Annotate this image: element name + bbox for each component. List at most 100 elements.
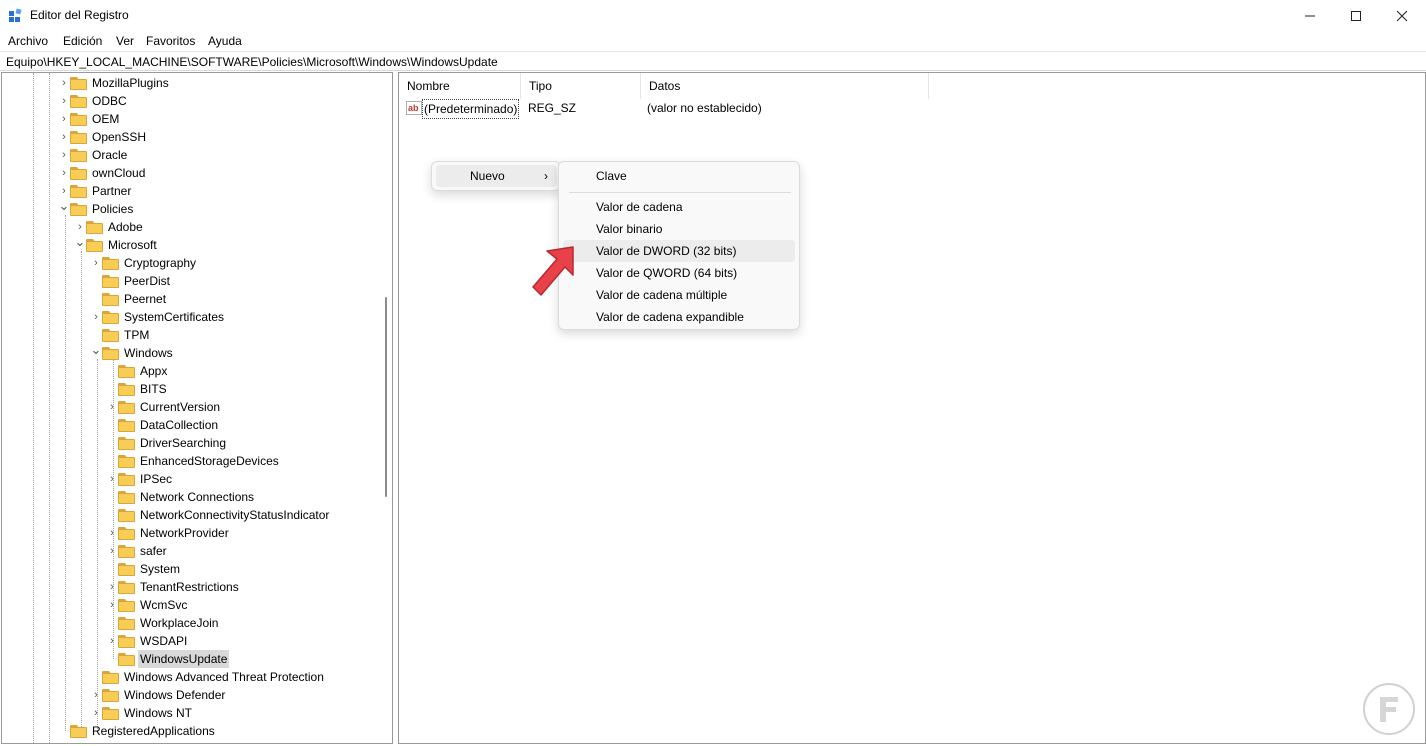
tree-item[interactable]: › WcmSvc — [2, 596, 378, 614]
tree-item[interactable]: ⌄ Microsoft — [2, 235, 378, 254]
menu-ver[interactable]: Ver — [116, 34, 134, 48]
chevron-right-icon[interactable]: › — [58, 74, 70, 92]
chevron-right-icon[interactable]: › — [106, 596, 118, 614]
chevron-right-icon[interactable]: › — [90, 308, 102, 326]
chevron-right-icon[interactable]: › — [106, 524, 118, 542]
chevron-down-icon[interactable]: ⌄ — [74, 235, 86, 254]
tree-item[interactable]: WorkplaceJoin — [2, 614, 378, 632]
minimize-icon — [1305, 15, 1315, 16]
tree-item[interactable]: › Adobe — [2, 218, 378, 236]
folder-icon — [118, 617, 135, 630]
tree-item-label: TPM — [124, 328, 150, 342]
tree-item[interactable]: DriverSearching — [2, 434, 378, 452]
tree-item[interactable]: › Cryptography — [2, 254, 378, 272]
folder-icon — [118, 545, 135, 558]
submenu-item[interactable]: Valor de cadena múltiple — [563, 284, 795, 306]
tree-item[interactable]: › TenantRestrictions — [2, 578, 378, 596]
tree-item[interactable]: › IPSec — [2, 470, 378, 488]
tree-item-label: Appx — [140, 364, 168, 378]
tree-item[interactable]: › safer — [2, 542, 378, 560]
tree-item[interactable]: EnhancedStorageDevices — [2, 452, 378, 470]
value-data: (valor no establecido) — [647, 101, 762, 115]
nuevo-submenu: Clave Valor de cadena Valor binario Valor d… — [558, 161, 800, 330]
tree-item[interactable]: › CurrentVersion — [2, 398, 378, 416]
tree-item[interactable]: Network Connections — [2, 488, 378, 506]
tree-item[interactable]: ⌄ Windows — [2, 343, 378, 362]
submenu-item[interactable]: Clave — [563, 165, 795, 187]
submenu-item[interactable]: Valor binario — [563, 218, 795, 240]
tree-item[interactable]: › Oracle — [2, 146, 378, 164]
tree-item[interactable]: ⌄ Policies — [2, 199, 378, 218]
tree-item-label: WSDAPI — [140, 634, 188, 648]
chevron-right-icon[interactable]: › — [106, 470, 118, 488]
tree-item[interactable]: RegisteredApplications — [2, 722, 378, 740]
menu-edicion[interactable]: Edición — [63, 34, 102, 48]
chevron-right-icon[interactable]: › — [58, 146, 70, 164]
chevron-right-icon[interactable]: › — [58, 92, 70, 110]
tree-item[interactable]: › NetworkProvider — [2, 524, 378, 542]
column-header-tipo[interactable]: Tipo — [521, 73, 641, 99]
folder-icon — [70, 203, 87, 216]
folder-icon — [118, 473, 135, 486]
tree-item-label: Cryptography — [124, 256, 197, 270]
submenu-item[interactable]: Valor de cadena — [563, 196, 795, 218]
tree-scrollbar[interactable] — [379, 73, 392, 743]
tree-item-label: ODBC — [92, 94, 127, 108]
tree-item[interactable]: Appx — [2, 362, 378, 380]
close-button[interactable] — [1379, 0, 1425, 31]
menu-favoritos[interactable]: Favoritos — [146, 34, 195, 48]
minimize-button[interactable] — [1287, 0, 1333, 31]
address-bar[interactable]: Equipo\HKEY_LOCAL_MACHINE\SOFTWARE\Polic… — [0, 51, 1426, 71]
chevron-right-icon[interactable]: › — [58, 128, 70, 146]
chevron-right-icon[interactable]: › — [106, 542, 118, 560]
menu-item-nuevo[interactable]: Nuevo › — [436, 165, 557, 187]
tree-item[interactable]: › WSDAPI — [2, 632, 378, 650]
column-header-nombre[interactable]: Nombre — [399, 73, 521, 99]
tree-item[interactable]: BITS — [2, 380, 378, 398]
menu-item-nuevo-label: Nuevo — [470, 169, 505, 183]
tree-item[interactable]: › MozillaPlugins — [2, 74, 378, 92]
chevron-right-icon[interactable]: › — [90, 686, 102, 704]
tree-item[interactable]: Peernet — [2, 290, 378, 308]
menu-separator — [569, 192, 791, 193]
chevron-right-icon[interactable]: › — [106, 398, 118, 416]
chevron-down-icon[interactable]: ⌄ — [58, 199, 70, 218]
tree-item[interactable]: › ownCloud — [2, 164, 378, 182]
tree-item-label: NetworkProvider — [140, 526, 229, 540]
chevron-right-icon[interactable]: › — [58, 164, 70, 182]
tree-item[interactable]: › Windows NT — [2, 704, 378, 722]
watermark-logo-icon — [1363, 683, 1415, 735]
tree-item-label: RegisteredApplications — [92, 724, 215, 738]
submenu-item[interactable]: Valor de DWORD (32 bits) — [563, 240, 795, 262]
tree-item[interactable]: DataCollection — [2, 416, 378, 434]
chevron-right-icon[interactable]: › — [106, 578, 118, 596]
tree-item[interactable]: › OpenSSH — [2, 128, 378, 146]
tree-item-label: System — [140, 562, 181, 576]
submenu-item[interactable]: Valor de cadena expandible — [563, 306, 795, 328]
tree-item[interactable]: WindowsUpdate — [2, 650, 378, 668]
menu-ayuda[interactable]: Ayuda — [208, 34, 242, 48]
chevron-down-icon[interactable]: ⌄ — [90, 343, 102, 362]
chevron-right-icon[interactable]: › — [106, 632, 118, 650]
tree-scrollbar-thumb[interactable] — [385, 297, 387, 497]
chevron-right-icon[interactable]: › — [58, 110, 70, 128]
menu-archivo[interactable]: Archivo — [8, 34, 48, 48]
tree-item[interactable]: System — [2, 560, 378, 578]
folder-icon — [118, 527, 135, 540]
tree-item[interactable]: TPM — [2, 326, 378, 344]
submenu-item[interactable]: Valor de QWORD (64 bits) — [563, 262, 795, 284]
tree-item[interactable]: › OEM — [2, 110, 378, 128]
tree-item[interactable]: PeerDist — [2, 272, 378, 290]
column-header-datos[interactable]: Datos — [641, 73, 929, 99]
tree-item[interactable]: Windows Advanced Threat Protection — [2, 668, 378, 686]
key-tree[interactable]: › MozillaPlugins › ODBC › OEM › OpenSSH › Oracle ›… — [1, 72, 393, 744]
chevron-right-icon[interactable]: › — [90, 704, 102, 722]
maximize-button[interactable] — [1333, 0, 1379, 31]
tree-item[interactable]: › SystemCertificates — [2, 308, 378, 326]
chevron-right-icon[interactable]: › — [90, 254, 102, 272]
value-name[interactable]: (Predeterminado) — [422, 99, 520, 119]
tree-item[interactable]: › ODBC — [2, 92, 378, 110]
address-path[interactable]: Equipo\HKEY_LOCAL_MACHINE\SOFTWARE\Polic… — [6, 55, 498, 69]
tree-item[interactable]: › Windows Defender — [2, 686, 378, 704]
tree-item[interactable]: NetworkConnectivityStatusIndicator — [2, 506, 378, 524]
